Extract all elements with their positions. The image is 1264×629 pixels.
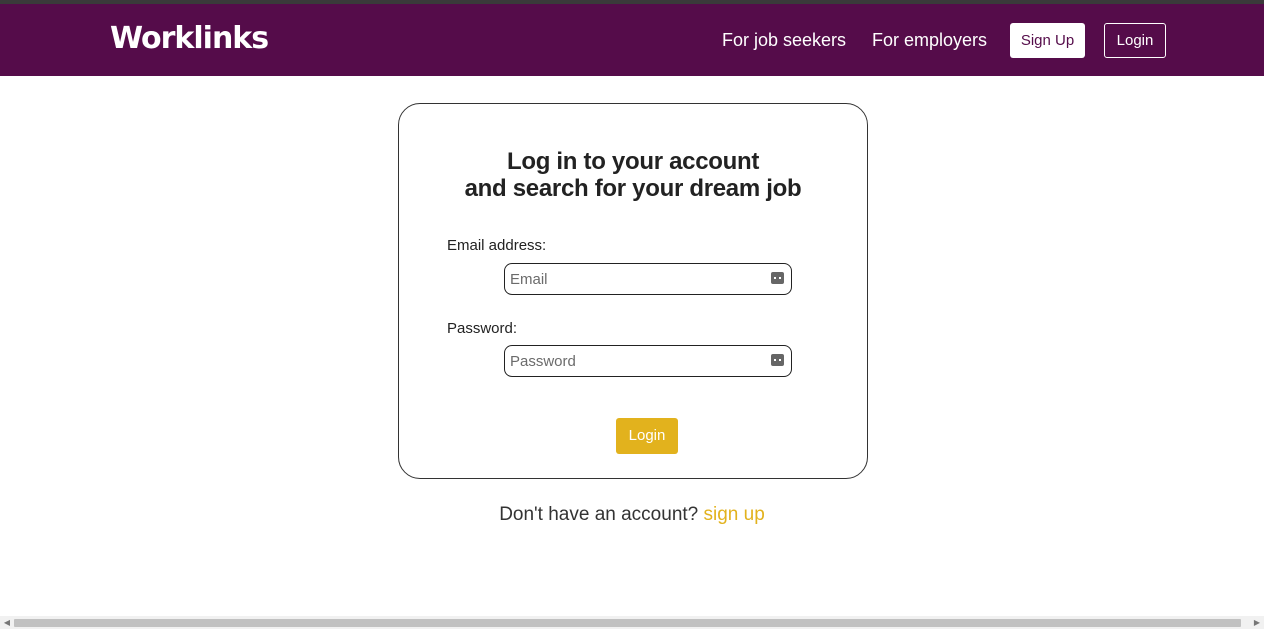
chevron-right-icon[interactable]: ▶ [1252,618,1262,628]
signup-link[interactable]: sign up [704,504,765,525]
login-title-line1: Log in to your account [506,148,760,175]
login-title: Log in to your account and search for yo… [399,148,867,202]
chevron-left-icon[interactable]: ◀ [2,618,12,628]
horizontal-scrollbar[interactable]: ◀ ▶ [0,616,1264,629]
nav-link-job-seekers[interactable]: For job seekers [722,28,846,52]
scrollbar-thumb[interactable] [14,619,1241,627]
signup-prompt: Don't have an account? sign up [0,503,1264,527]
nav-login-button[interactable]: Login [1104,23,1166,58]
signup-button[interactable]: Sign Up [1010,23,1085,58]
password-field-wrapper[interactable] [504,345,792,377]
navbar: Worklinks For job seekers For employers … [0,4,1264,76]
password-label: Password: [447,320,518,337]
login-submit-button[interactable]: Login [616,418,678,454]
logo[interactable]: Worklinks [110,19,269,59]
login-card: Log in to your account and search for yo… [398,103,868,479]
email-input[interactable] [510,268,760,290]
nav-link-employers[interactable]: For employers [872,28,987,52]
password-manager-key-icon[interactable] [771,354,784,366]
login-title-line2: and search for your dream job [464,175,802,202]
email-field-wrapper[interactable] [504,263,792,295]
email-label: Email address: [447,237,547,254]
signup-prompt-text: Don't have an account? [499,504,699,525]
password-input[interactable] [510,350,760,372]
password-manager-key-icon[interactable] [771,272,784,284]
